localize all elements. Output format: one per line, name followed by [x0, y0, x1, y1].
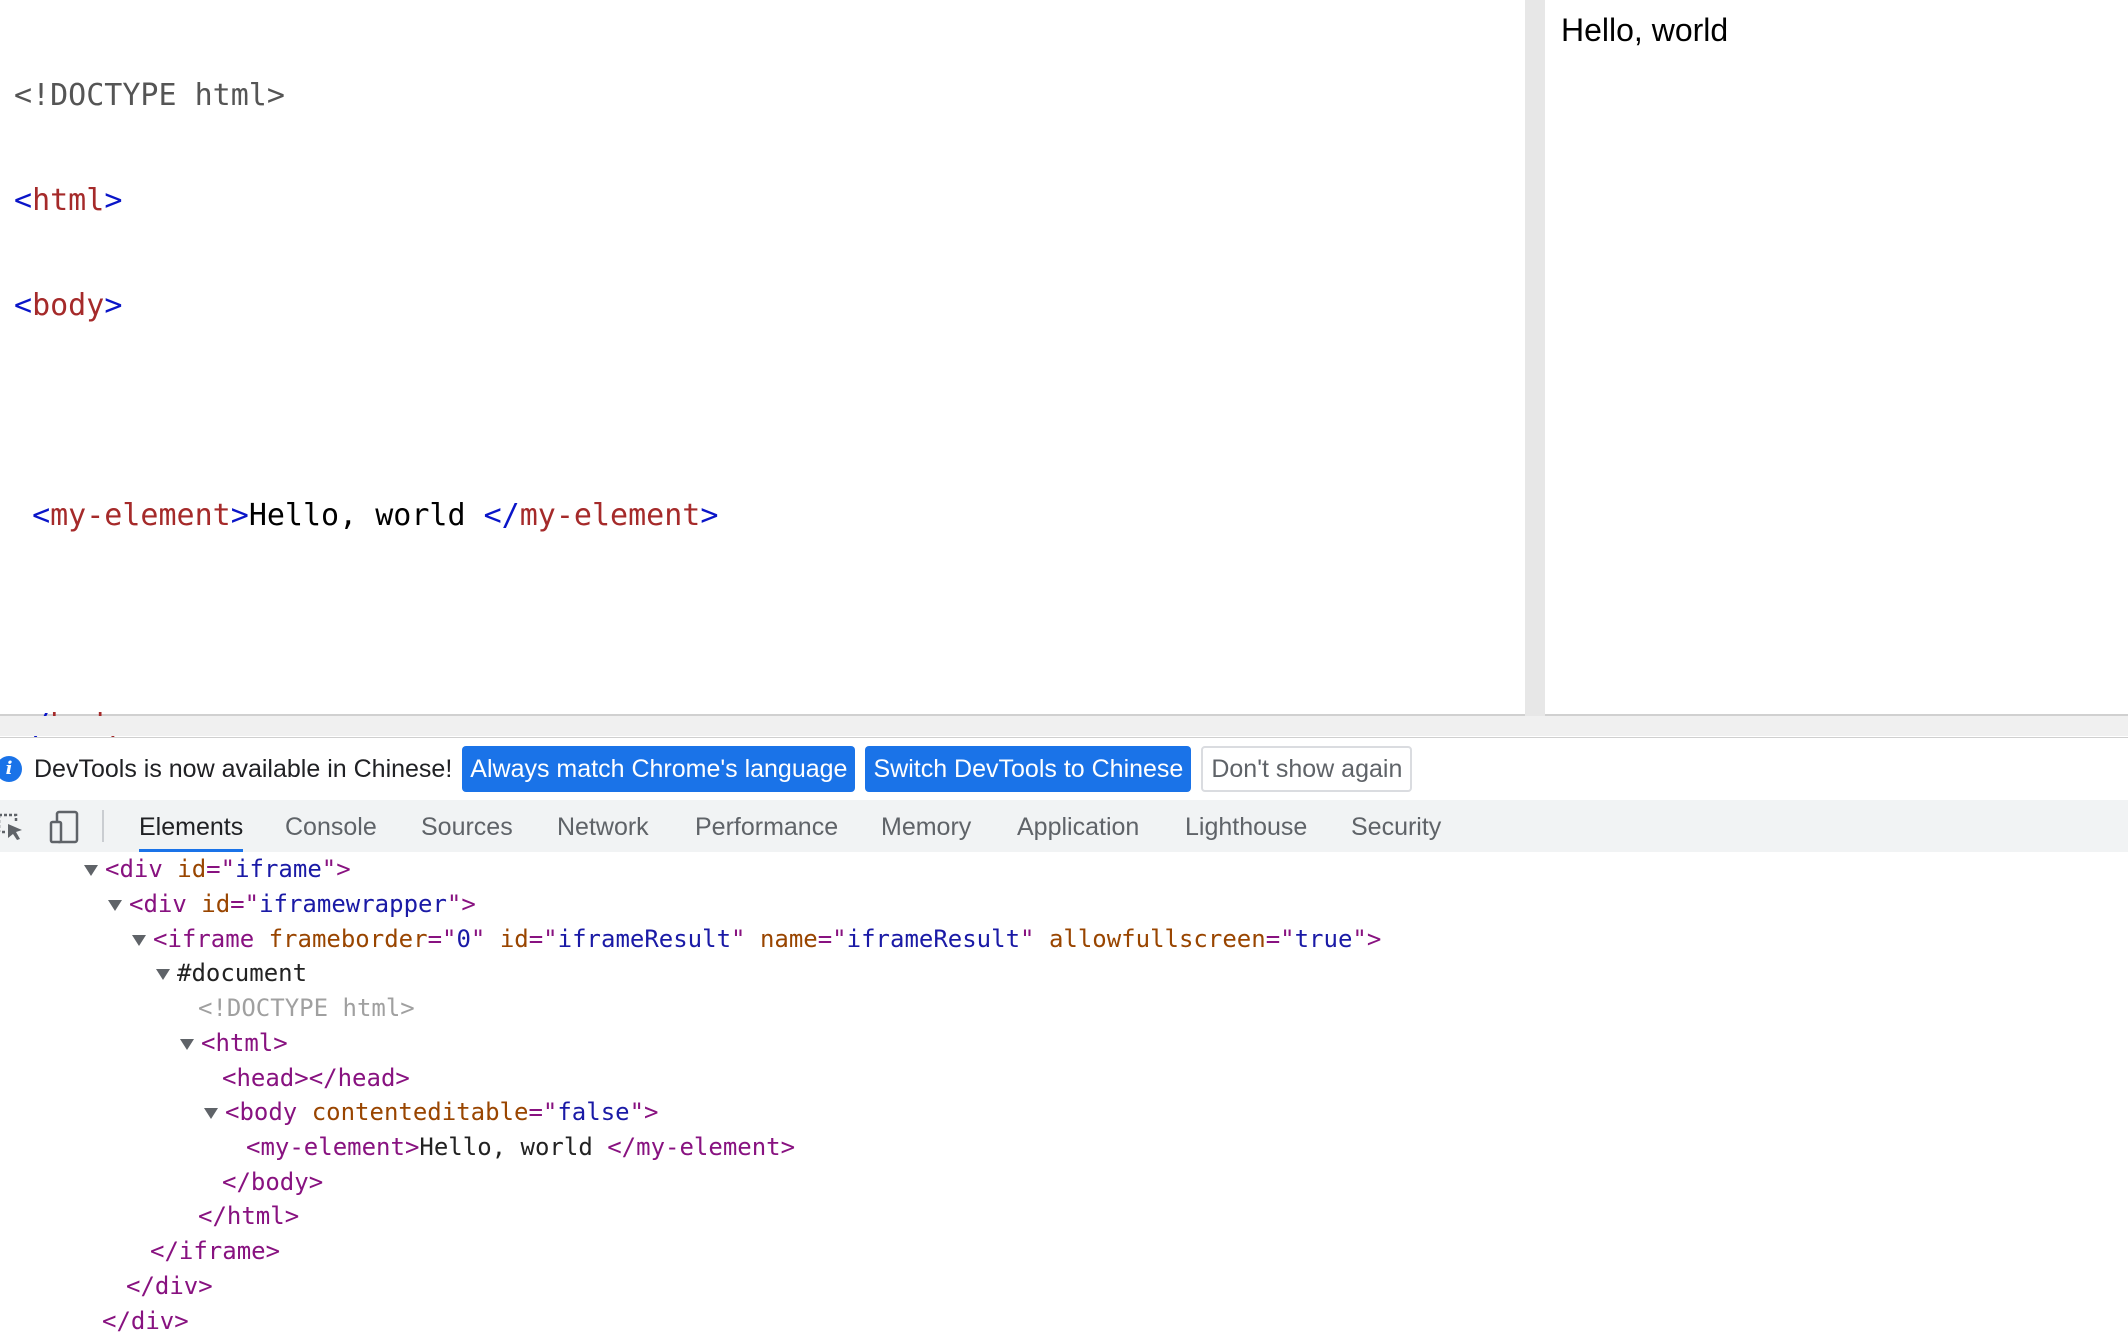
inspect-element-icon[interactable]: [0, 812, 26, 842]
tab-sources[interactable]: Sources: [421, 800, 513, 852]
doctype-text: <!DOCTYPE html>: [14, 78, 285, 113]
dom-node-div-iframewrapper[interactable]: <div id="iframewrapper">: [129, 887, 476, 922]
tab-console[interactable]: Console: [285, 800, 377, 852]
infobar-message: DevTools is now available in Chinese!: [34, 754, 453, 783]
switch-to-chinese-button[interactable]: Switch DevTools to Chinese: [865, 746, 1192, 792]
collapse-triangle-icon[interactable]: [84, 865, 98, 876]
info-icon: i: [0, 756, 22, 782]
dom-node-html[interactable]: <html>: [201, 1026, 288, 1061]
always-match-language-button[interactable]: Always match Chrome's language: [462, 746, 856, 792]
collapse-triangle-icon[interactable]: [156, 969, 170, 980]
dom-node-head[interactable]: <head></head>: [222, 1061, 410, 1096]
collapse-triangle-icon[interactable]: [108, 900, 122, 911]
editor-line-doctype: <!DOCTYPE html>: [14, 78, 718, 113]
collapse-triangle-icon[interactable]: [132, 935, 146, 946]
result-text: Hello, world: [1561, 12, 1729, 48]
dom-node-div-close[interactable]: </div>: [126, 1269, 213, 1304]
dom-node-doctype[interactable]: <!DOCTYPE html>: [198, 991, 415, 1026]
dom-node-document[interactable]: #document: [177, 956, 307, 991]
editor-line-html-open: <html>: [14, 183, 123, 218]
editor-line-body-open: <body>: [14, 288, 123, 323]
tab-lighthouse[interactable]: Lighthouse: [1185, 800, 1307, 852]
tag-body: body: [32, 288, 105, 323]
toolbar-separator: [102, 810, 104, 842]
tag-html: html: [32, 183, 105, 218]
my-element-text: Hello, world: [248, 498, 484, 533]
code-editor[interactable]: <!DOCTYPE html> <html> <body> <my-elemen…: [0, 0, 1525, 848]
editor-line-my-element: <my-element>Hello, world </my-element>: [32, 498, 719, 533]
tag-my-element-close: my-element: [519, 498, 701, 533]
devtools-resize-gap[interactable]: [0, 716, 2128, 736]
editor-line-blank-2: [14, 603, 718, 638]
tab-performance[interactable]: Performance: [695, 800, 838, 852]
result-pane: Hello, world: [1545, 0, 2128, 716]
dom-node-html-close[interactable]: </html>: [198, 1199, 299, 1234]
dom-node-my-element[interactable]: <my-element>Hello, world </my-element>: [246, 1130, 795, 1165]
editor-line-blank: [14, 393, 718, 428]
dont-show-again-button[interactable]: Don't show again: [1201, 746, 1413, 792]
dom-node-iframe-close[interactable]: </iframe>: [150, 1234, 280, 1269]
collapse-triangle-icon[interactable]: [204, 1108, 218, 1119]
tab-memory[interactable]: Memory: [881, 800, 971, 852]
devtools-language-infobar: i DevTools is now available in Chinese! …: [0, 737, 2128, 801]
dom-node-div-iframe[interactable]: <div id="iframe">: [105, 852, 351, 887]
tab-security[interactable]: Security: [1351, 800, 1441, 852]
device-toolbar-icon[interactable]: [48, 810, 82, 844]
collapse-triangle-icon[interactable]: [180, 1039, 194, 1050]
dom-node-body[interactable]: <body contenteditable="false">: [225, 1095, 659, 1130]
elements-dom-tree[interactable]: <div id="iframe"> <div id="iframewrapper…: [0, 852, 2128, 1335]
dom-node-body-close[interactable]: </body>: [222, 1165, 323, 1200]
tag-my-element-open: my-element: [50, 498, 231, 533]
tab-application[interactable]: Application: [1017, 800, 1139, 852]
dom-node-iframe[interactable]: <iframe frameborder="0" id="iframeResult…: [153, 922, 1381, 957]
devtools-tabbar: Elements Console Sources Network Perform…: [0, 800, 2128, 853]
tab-elements[interactable]: Elements: [139, 800, 244, 852]
tab-network[interactable]: Network: [557, 800, 649, 852]
pane-splitter[interactable]: [1525, 0, 1545, 716]
